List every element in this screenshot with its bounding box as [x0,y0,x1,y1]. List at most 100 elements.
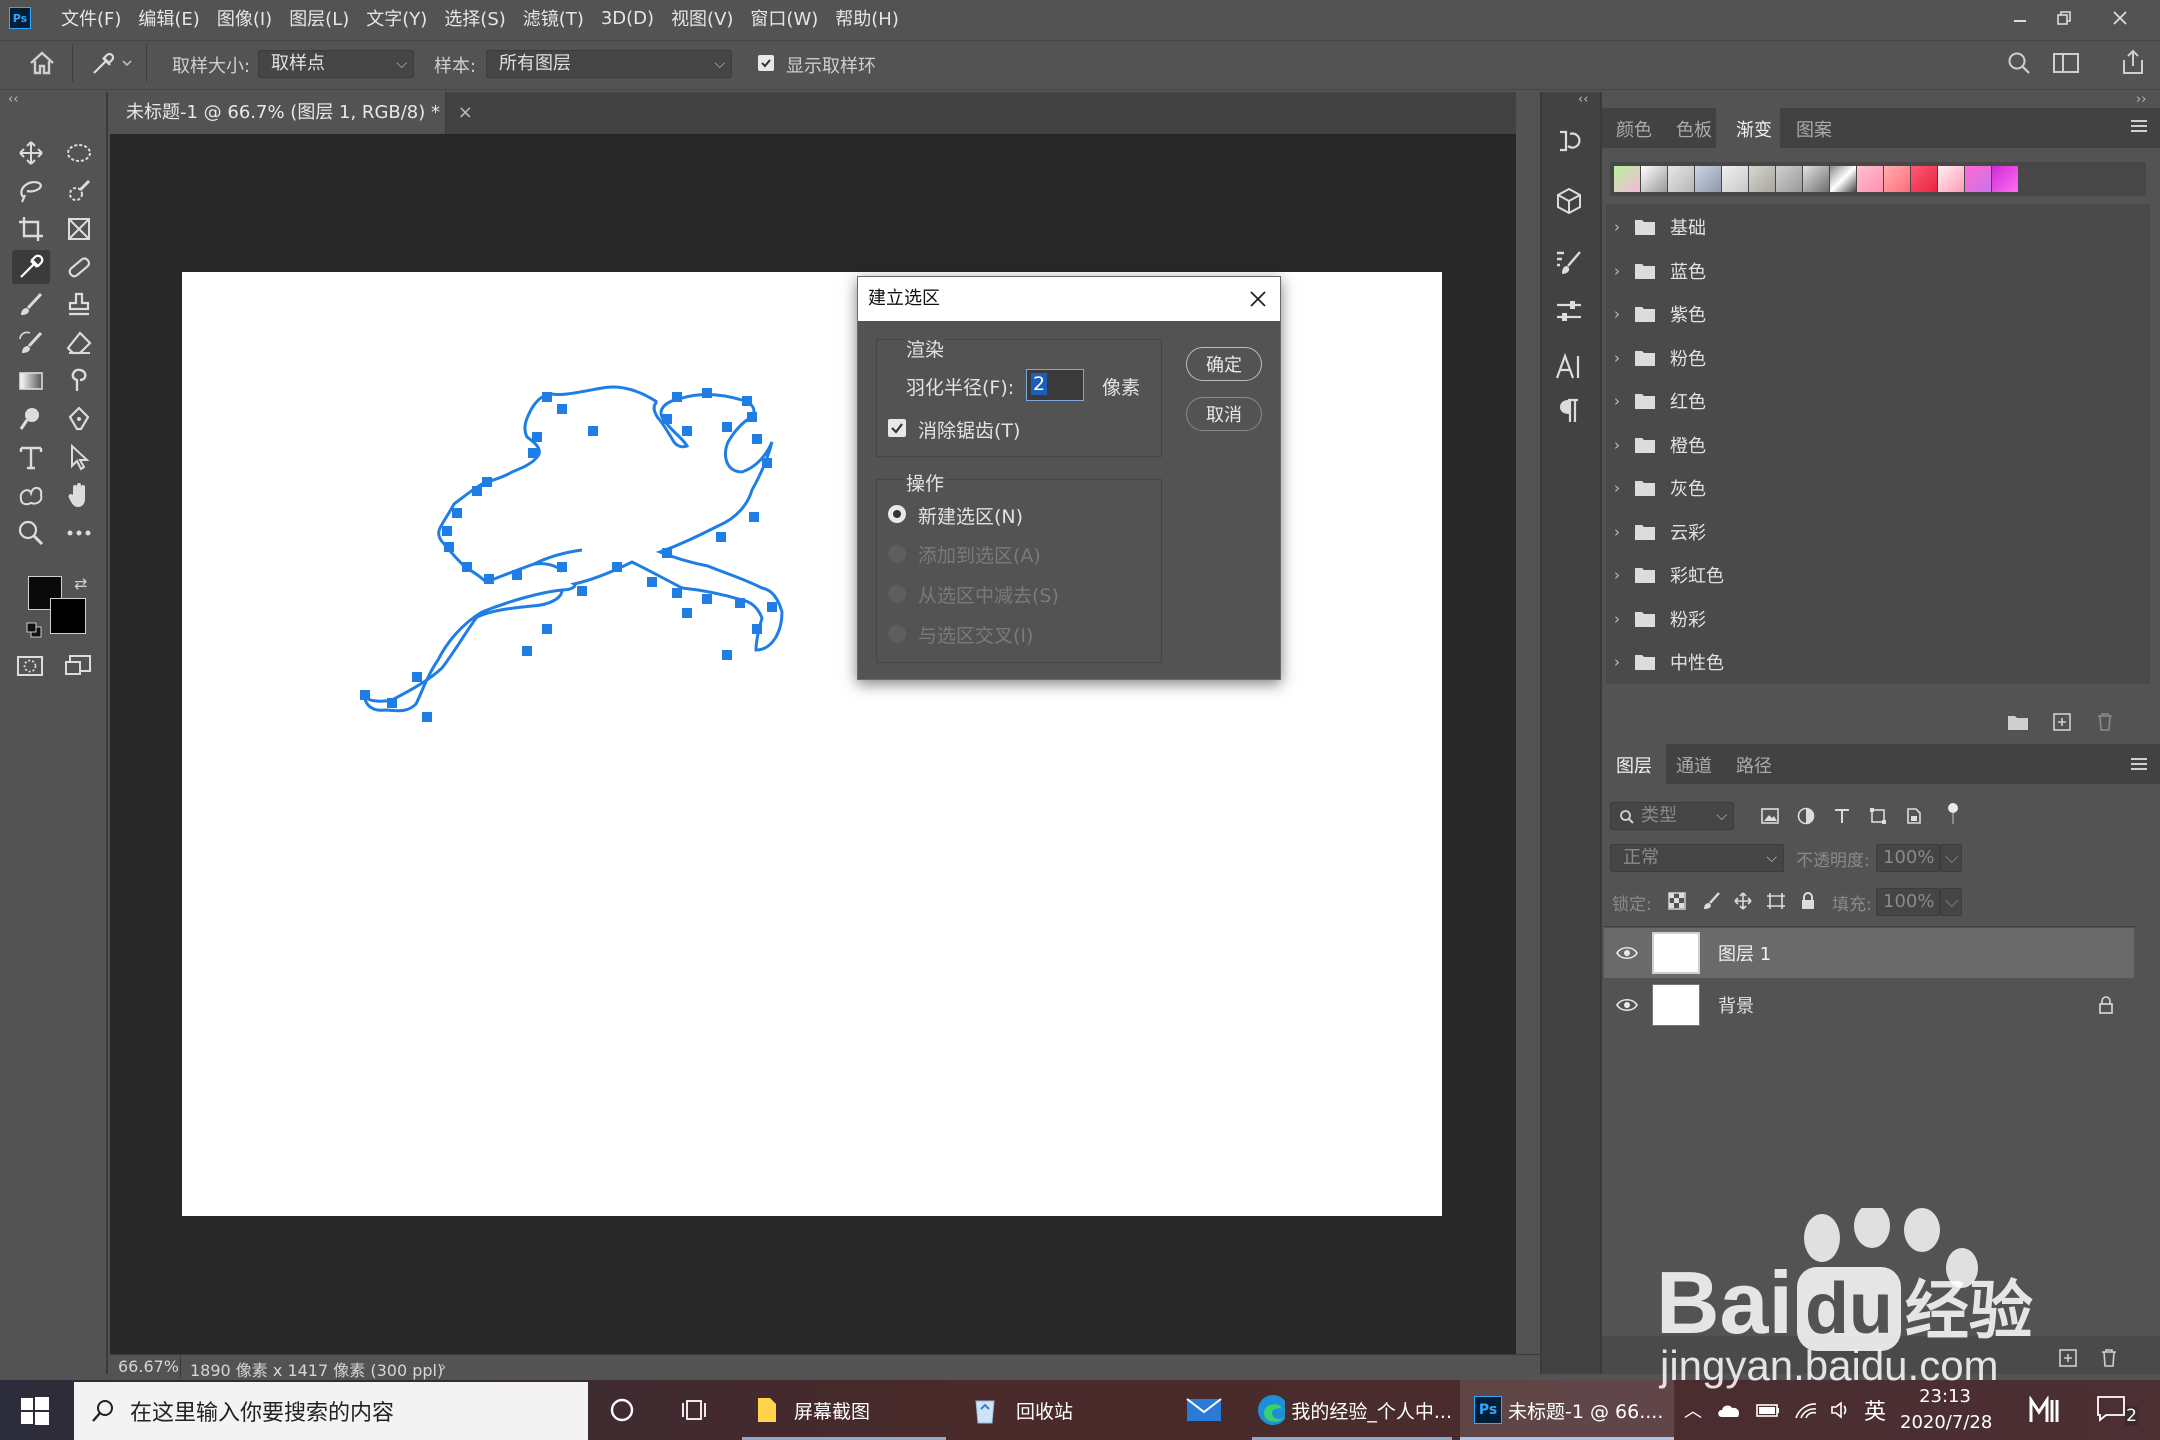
gradient-swatch[interactable] [1776,166,1802,192]
gradient-swatch[interactable] [1803,166,1829,192]
brushes-panel-button[interactable] [1554,248,1584,278]
filter-smart-object-button[interactable] [1904,806,1924,826]
tab-gradients[interactable]: 渐变 [1736,116,1772,142]
more-tools-button[interactable] [60,516,98,550]
brush-tool[interactable] [12,288,50,322]
close-tab-icon[interactable]: × [458,102,473,123]
gradient-folder-row[interactable]: › 基础 [1610,206,2130,249]
adjustments-panel-button[interactable] [1554,296,1584,326]
path-selection-tool[interactable] [60,440,98,474]
lock-pixels-button[interactable] [1702,892,1720,910]
antialias-checkbox[interactable] [888,419,906,437]
taskbar-app-recycle-bin[interactable]: 回收站 [960,1380,1160,1440]
close-window-button[interactable] [2098,0,2142,36]
clock[interactable]: 23:13 2020/7/28 [1900,1384,1992,1436]
layers-panel-menu-button[interactable] [2130,756,2148,772]
blend-mode-select[interactable]: 正常 ⌵ [1610,844,1784,872]
eraser-tool[interactable] [60,326,98,360]
layer-row[interactable]: 图层 1 [1604,928,2134,978]
feather-radius-input[interactable]: 2 [1026,369,1084,401]
chevron-right-icon[interactable]: › [1614,610,1634,628]
gradient-swatch[interactable] [1992,166,2018,192]
menu-file[interactable]: 文件(F) [61,5,121,31]
menu-image[interactable]: 图像(I) [217,5,272,31]
menu-view[interactable]: 视图(V) [671,5,733,31]
gradient-folder-row[interactable]: › 粉彩 [1610,598,2130,641]
gradient-swatch[interactable] [1614,166,1640,192]
lock-position-button[interactable] [1734,892,1752,910]
gradient-folder-row[interactable]: › 中性色 [1610,641,2130,684]
gradient-swatch[interactable] [1749,166,1775,192]
tab-swatches[interactable]: 色板 [1676,116,1712,142]
ime-indicator[interactable]: 英 [1864,1394,1886,1426]
zoom-tool[interactable] [12,516,50,550]
fill-input[interactable]: 100% [1876,888,1940,916]
gradient-folder-row[interactable]: › 彩虹色 [1610,554,2130,597]
clone-stamp-tool[interactable] [60,288,98,322]
lock-transparent-button[interactable] [1668,892,1686,910]
menu-3d[interactable]: 3D(D) [601,8,654,29]
marquee-tool[interactable] [60,136,98,170]
restore-button[interactable] [2042,0,2086,36]
taskbar-app-photoshop[interactable]: Ps 未标题-1 @ 66.... [1460,1380,1674,1440]
collapse-dock-icon[interactable]: ‹‹ [1578,92,1588,107]
tab-paths[interactable]: 路径 [1736,752,1772,778]
gradient-swatch[interactable] [1884,166,1910,192]
gradient-folder-row[interactable]: › 紫色 [1610,293,2130,336]
menu-type[interactable]: 文字(Y) [366,5,427,31]
gradient-folder-row[interactable]: › 蓝色 [1610,250,2130,293]
history-panel-button[interactable] [1554,126,1584,156]
gradient-swatch[interactable] [1938,166,1964,192]
share-button[interactable] [2120,48,2146,76]
gradient-swatch[interactable] [1965,166,1991,192]
3d-panel-button[interactable] [1554,186,1584,216]
search-button[interactable] [2006,50,2032,76]
notification-center-button[interactable]: 2 [2096,1394,2138,1426]
gradient-swatch[interactable] [1911,166,1937,192]
chevron-right-icon[interactable]: › [1614,523,1634,541]
ok-button[interactable]: 确定 [1186,347,1262,381]
screen-mode-button[interactable] [64,654,92,678]
dodge-tool[interactable] [12,402,50,436]
paragraph-panel-button[interactable] [1554,396,1584,426]
opacity-dropdown[interactable]: ⌵ [1940,844,1962,872]
menu-window[interactable]: 窗口(W) [750,5,818,31]
volume-icon[interactable] [1830,1400,1852,1420]
custom-shape-tool[interactable] [12,478,50,512]
start-button[interactable] [20,1396,50,1426]
collapse-left-icon[interactable]: ‹‹ [8,92,18,107]
tab-layers[interactable]: 图层 [1616,752,1652,778]
gradient-folder-row[interactable]: › 云彩 [1610,511,2130,554]
battery-icon[interactable] [1756,1402,1780,1418]
gradient-swatch[interactable] [1857,166,1883,192]
sample-size-select[interactable]: 取样点 ⌵ [258,50,414,78]
swap-colors-icon[interactable]: ⇄ [74,574,87,593]
move-tool[interactable] [12,136,50,170]
workspace-button[interactable] [2052,52,2080,74]
chevron-right-icon[interactable]: › [440,1357,446,1376]
delete-layer-button[interactable] [2100,1348,2118,1368]
tab-patterns[interactable]: 图案 [1796,116,1832,142]
eye-icon[interactable] [1616,945,1638,961]
opacity-input[interactable]: 100% [1876,844,1940,872]
hand-tool[interactable] [60,478,98,512]
menu-help[interactable]: 帮助(H) [835,5,899,31]
quick-selection-tool[interactable] [60,174,98,208]
lock-all-button[interactable] [1800,892,1816,910]
chevron-right-icon[interactable]: › [1614,653,1634,671]
chevron-right-icon[interactable]: › [1614,436,1634,454]
show-sampling-ring-checkbox[interactable] [758,55,774,71]
radio-new-selection[interactable] [888,505,906,523]
smudge-tool[interactable] [60,364,98,398]
gradient-folder-row[interactable]: › 橙色 [1610,424,2130,467]
default-colors-icon[interactable] [26,622,42,638]
menu-filter[interactable]: 滤镜(T) [523,5,584,31]
taskbar-app-screenshots[interactable]: 屏幕截图 [742,1380,946,1440]
zoom-level[interactable]: 66.67% [118,1357,179,1376]
vertical-scrollbar[interactable] [1516,134,1540,1354]
pen-tool[interactable] [60,402,98,436]
home-button[interactable] [28,50,56,76]
layer-filter-select[interactable]: 类型 ⌵ [1610,802,1734,830]
gradient-folder-row[interactable]: › 粉色 [1610,337,2130,380]
chevron-right-icon[interactable]: › [1614,479,1634,497]
